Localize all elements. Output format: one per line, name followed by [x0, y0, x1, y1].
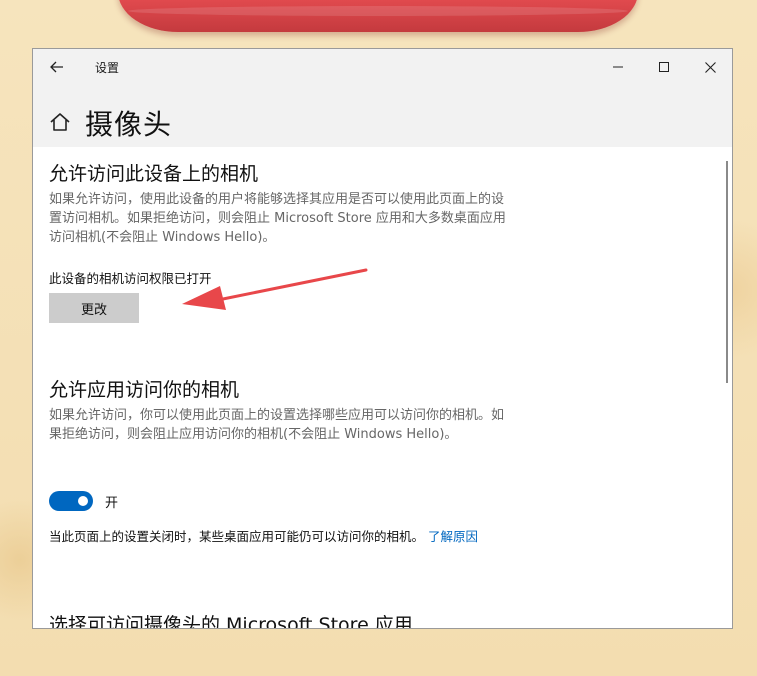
- close-icon: [704, 61, 716, 73]
- device-access-status: 此设备的相机访问权限已打开: [49, 271, 212, 286]
- app-access-toggle[interactable]: [49, 491, 93, 511]
- store-apps-heading: 选择可访问摄像头的 Microsoft Store 应用: [49, 614, 413, 629]
- change-button[interactable]: 更改: [49, 293, 139, 323]
- title-bar: 设置: [33, 49, 732, 85]
- maximize-button[interactable]: [641, 49, 687, 85]
- window-title: 设置: [95, 61, 120, 75]
- settings-window: 设置 摄像头 允许访问此设备上的相机 如果允许访问，使用此设备的用户将能够选择其…: [32, 48, 733, 629]
- learn-why-link[interactable]: 了解原因: [428, 529, 478, 544]
- app-access-description: 如果允许访问，你可以使用此页面上的设置选择哪些应用可以访问你的相机。如果拒绝访问…: [49, 408, 505, 442]
- minimize-button[interactable]: [595, 49, 641, 85]
- note-text: 当此页面上的设置关闭时，某些桌面应用可能仍可以访问你的相机。: [49, 529, 425, 544]
- decorative-ribbon: [118, 0, 638, 32]
- back-button[interactable]: [43, 53, 71, 81]
- desktop-apps-note: 当此页面上的设置关闭时，某些桌面应用可能仍可以访问你的相机。 了解原因: [49, 527, 509, 546]
- page-header: 摄像头: [33, 85, 732, 147]
- page-title: 摄像头: [85, 108, 173, 141]
- device-access-description: 如果允许访问，使用此设备的用户将能够选择其应用是否可以使用此页面上的设置访问相机…: [49, 192, 506, 245]
- device-access-heading: 允许访问此设备上的相机: [49, 163, 259, 185]
- close-button[interactable]: [687, 49, 732, 85]
- app-access-toggle-row: 开: [49, 491, 118, 511]
- maximize-icon: [659, 62, 669, 72]
- app-access-heading: 允许应用访问你的相机: [49, 379, 240, 401]
- back-arrow-icon: [50, 61, 63, 73]
- toggle-state-label: 开: [105, 495, 119, 511]
- minimize-icon: [613, 66, 623, 68]
- scrollbar[interactable]: [726, 161, 728, 383]
- toggle-knob: [78, 496, 88, 506]
- home-icon[interactable]: [49, 111, 71, 133]
